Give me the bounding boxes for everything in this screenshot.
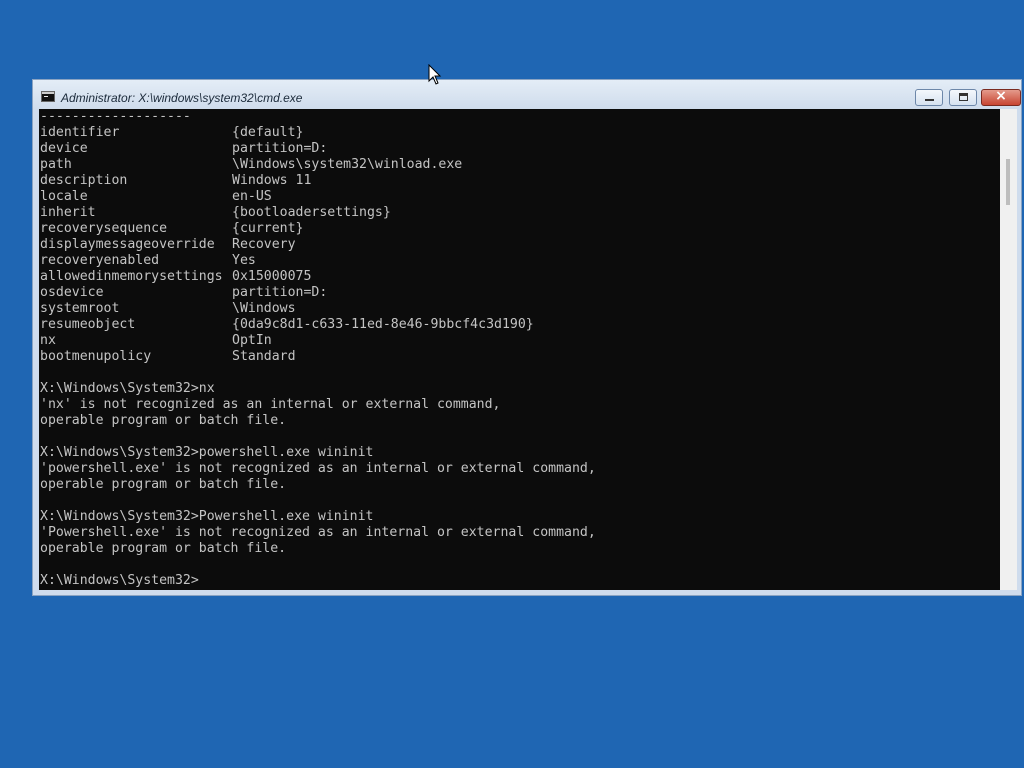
property-key: systemroot — [40, 301, 120, 316]
scrollbar-thumb[interactable] — [1006, 159, 1010, 205]
property-row: recoveryenabled Yes — [40, 253, 1000, 269]
property-row: locale en-US — [40, 189, 1000, 205]
property-row: resumeobject {0da9c8d1-c633-11ed-8e46-9bb… — [40, 317, 1000, 333]
property-list: identifier {default} device partition=D: pat… — [40, 125, 1000, 365]
property-value: Yes — [232, 253, 256, 268]
prompt-line: X:\Windows\System32> — [40, 573, 199, 588]
property-key: device — [40, 141, 88, 156]
property-row: bootmenupolicy Standard — [40, 349, 1000, 365]
property-row: path \Windows\system32\winload.exe — [40, 157, 1000, 173]
property-key: recoveryenabled — [40, 253, 160, 268]
command-output: X:\Windows\System32>nx'nx' is not recogn… — [40, 365, 1000, 589]
property-key: path — [40, 157, 72, 172]
property-row: inherit {bootloadersettings} — [40, 205, 1000, 221]
output-line: 'nx' is not recognized as an internal or… — [40, 397, 501, 412]
property-value: {default} — [232, 125, 304, 140]
separator-line: ------------------- — [40, 109, 191, 124]
minimize-icon — [925, 99, 934, 101]
property-value: \Windows — [232, 301, 296, 316]
property-value: {current} — [232, 221, 304, 236]
console-output[interactable]: ------------------- identifier {default} de… — [39, 109, 1000, 590]
console-text: ------------------- identifier {default} de… — [39, 109, 1000, 589]
output-line: operable program or batch file. — [40, 541, 287, 556]
property-key: osdevice — [40, 285, 104, 300]
prompt-line: X:\Windows\System32>powershell.exe winin… — [40, 445, 374, 460]
property-value: \Windows\system32\winload.exe — [232, 157, 463, 172]
property-row: description Windows 11 — [40, 173, 1000, 189]
window-title: Administrator: X:\windows\system32\cmd.e… — [61, 91, 303, 105]
maximize-button[interactable] — [949, 89, 977, 106]
output-line: operable program or batch file. — [40, 477, 287, 492]
property-key: nx — [40, 333, 56, 348]
property-row: systemroot \Windows — [40, 301, 1000, 317]
cmd-window[interactable]: Administrator: X:\windows\system32\cmd.e… — [32, 79, 1022, 596]
close-button[interactable]: × — [981, 88, 1021, 106]
property-key: description — [40, 173, 128, 188]
property-row: allowedinmemorysettings 0x15000075 — [40, 269, 1000, 285]
property-value: Windows 11 — [232, 173, 312, 188]
property-key: locale — [40, 189, 88, 204]
vertical-scrollbar[interactable] — [1000, 109, 1017, 590]
property-value: 0x15000075 — [232, 269, 312, 284]
property-value: {bootloadersettings} — [232, 205, 391, 220]
property-key: identifier — [40, 125, 120, 140]
mouse-pointer-icon — [428, 64, 442, 85]
property-value: OptIn — [232, 333, 272, 348]
property-row: device partition=D: — [40, 141, 1000, 157]
property-key: bootmenupolicy — [40, 349, 152, 364]
property-row: nx OptIn — [40, 333, 1000, 349]
output-line: operable program or batch file. — [40, 413, 287, 428]
property-value: en-US — [232, 189, 272, 204]
prompt-line: X:\Windows\System32>Powershell.exe winin… — [40, 509, 374, 524]
minimize-button[interactable] — [915, 89, 943, 106]
property-row: osdevice partition=D: — [40, 285, 1000, 301]
property-row: recoverysequence {current} — [40, 221, 1000, 237]
title-bar[interactable]: Administrator: X:\windows\system32\cmd.e… — [33, 80, 1021, 109]
prompt-line: X:\Windows\System32>nx — [40, 381, 215, 396]
property-key: recoverysequence — [40, 221, 168, 236]
property-value: {0da9c8d1-c633-11ed-8e46-9bbcf4c3d190} — [232, 317, 534, 332]
property-key: inherit — [40, 205, 96, 220]
maximize-icon — [959, 93, 968, 101]
property-row: identifier {default} — [40, 125, 1000, 141]
output-line: 'powershell.exe' is not recognized as an… — [40, 461, 596, 476]
cmd-icon — [41, 91, 55, 102]
property-value: Recovery — [232, 237, 296, 252]
property-row: displaymessageoverride Recovery — [40, 237, 1000, 253]
property-key: allowedinmemorysettings — [40, 269, 223, 284]
property-key: resumeobject — [40, 317, 136, 332]
property-value: partition=D: — [232, 285, 328, 300]
output-line: 'Powershell.exe' is not recognized as an… — [40, 525, 596, 540]
property-key: displaymessageoverride — [40, 237, 215, 252]
property-value: partition=D: — [232, 141, 328, 156]
close-icon: × — [995, 88, 1007, 104]
property-value: Standard — [232, 349, 296, 364]
